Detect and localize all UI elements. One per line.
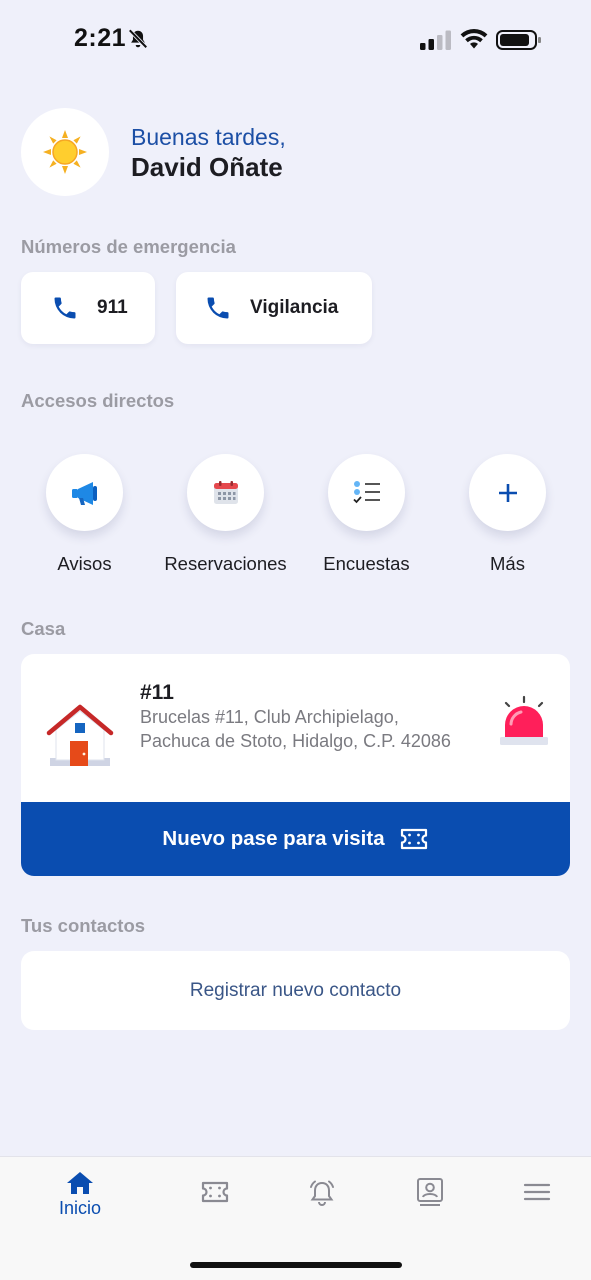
call-vigilancia-button[interactable]: Vigilancia	[176, 272, 372, 344]
house-number: #11	[140, 681, 174, 704]
wifi-icon	[460, 29, 488, 49]
phone-icon	[207, 297, 229, 319]
ticket-icon	[201, 1181, 229, 1203]
calendar-icon	[213, 480, 238, 504]
home-icon	[67, 1172, 93, 1194]
contact-card-icon	[417, 1178, 443, 1206]
new-visit-pass-button[interactable]: Nuevo pase para visita	[21, 802, 570, 876]
tab-menu[interactable]	[507, 1170, 567, 1220]
menu-icon	[523, 1183, 551, 1201]
battery-icon	[496, 30, 541, 50]
shortcuts-section-title: Accesos directos	[21, 390, 175, 411]
bell-alarm-icon	[310, 1180, 334, 1206]
status-time: 2:21	[74, 24, 127, 52]
signal-icon	[420, 30, 451, 50]
register-contact-label: Registrar nuevo contacto	[189, 979, 402, 1001]
register-contact-button[interactable]: Registrar nuevo contacto	[21, 951, 570, 1030]
tab-passes[interactable]	[185, 1170, 245, 1220]
bell-slash-icon	[128, 29, 148, 49]
house-address: Brucelas #11, Club Archipielago, Pachuca…	[140, 707, 451, 751]
user-name: David Oñate	[131, 152, 283, 182]
greeting-text: Buenas tardes,	[131, 124, 286, 150]
call-911-button[interactable]: 911	[21, 272, 155, 344]
megaphone-icon	[71, 481, 97, 505]
checklist-icon	[352, 480, 380, 503]
shortcut-avisos-button[interactable]	[46, 454, 123, 531]
plus-icon	[498, 483, 517, 502]
ticket-icon	[400, 828, 427, 850]
call-vigilancia-label: Vigilancia	[250, 297, 339, 318]
shortcut-encuestas-button[interactable]	[328, 454, 405, 531]
tab-inicio-label: Inicio	[58, 1198, 102, 1218]
home-indicator	[190, 1262, 402, 1268]
shortcut-reservaciones-button[interactable]	[187, 454, 264, 531]
new-visit-pass-label: Nuevo pase para visita	[162, 827, 385, 850]
tab-contacts[interactable]	[400, 1170, 460, 1220]
tab-alerts[interactable]	[292, 1170, 352, 1220]
shortcut-avisos-label: Avisos	[57, 553, 112, 574]
house-icon	[46, 704, 114, 766]
phone-icon	[54, 297, 76, 319]
sun-icon	[43, 130, 87, 174]
weather-avatar	[21, 108, 109, 196]
shortcut-reservaciones-label: Reservaciones	[164, 553, 287, 574]
emergency-section-title: Números de emergencia	[21, 236, 236, 257]
alarm-siren-icon[interactable]	[497, 695, 551, 749]
shortcut-encuestas-label: Encuestas	[323, 553, 410, 574]
contacts-section-title: Tus contactos	[21, 915, 146, 936]
shortcut-mas-label: Más	[490, 553, 525, 574]
tab-inicio[interactable]: Inicio	[50, 1170, 110, 1220]
call-911-label: 911	[97, 297, 128, 318]
shortcut-mas-button[interactable]	[469, 454, 546, 531]
casa-section-title: Casa	[21, 618, 66, 639]
